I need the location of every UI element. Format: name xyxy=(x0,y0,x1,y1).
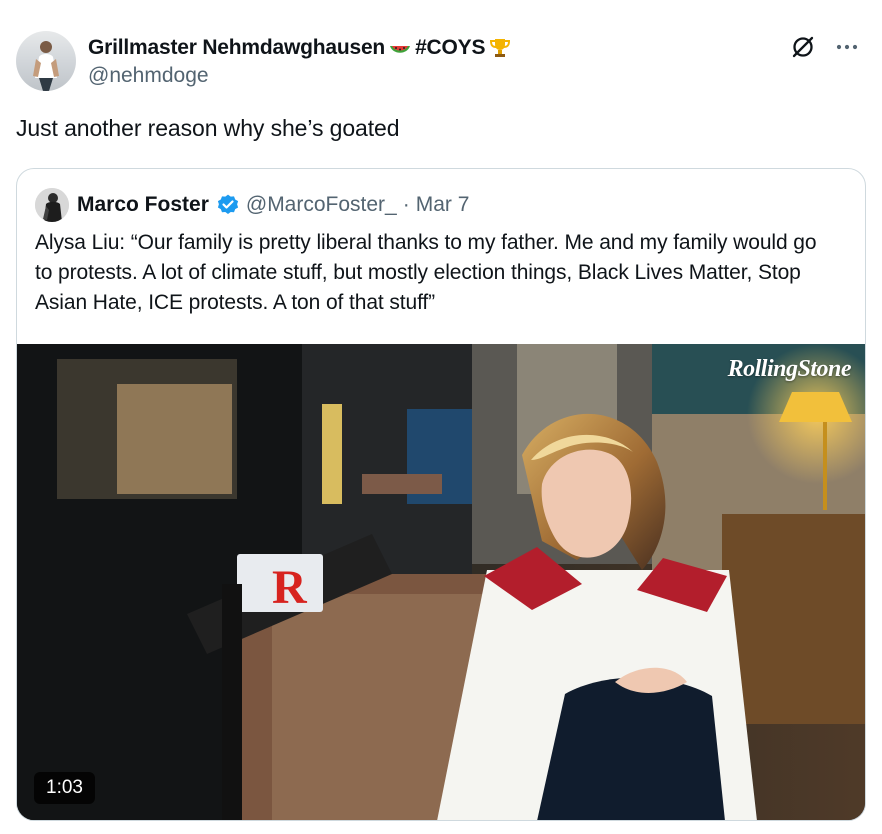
svg-text:R: R xyxy=(272,561,308,614)
quoted-post-avatar[interactable] xyxy=(35,188,69,222)
quoted-handle[interactable]: @MarcoFoster_ xyxy=(246,193,397,217)
verified-badge-icon xyxy=(216,193,240,217)
display-name-row: Grillmaster Nehmdawghausen #COYS xyxy=(88,34,792,62)
video-player[interactable]: R RollingStone 1:03 xyxy=(17,344,865,820)
video-thumbnail: R xyxy=(17,344,865,820)
hashtag[interactable]: #COYS xyxy=(415,36,485,60)
avatar[interactable] xyxy=(16,31,76,91)
quoted-post-header: Marco Foster @MarcoFoster_ · Mar 7 xyxy=(35,188,469,222)
handle[interactable]: @nehmdoge xyxy=(88,64,792,88)
more-icon[interactable] xyxy=(832,32,862,62)
separator-dot: · xyxy=(402,193,410,216)
trophy-icon xyxy=(490,39,511,57)
grok-icon[interactable] xyxy=(788,32,818,62)
post-actions xyxy=(788,32,862,62)
tweet[interactable]: Grillmaster Nehmdawghausen #COYS @nehmdo… xyxy=(0,0,882,834)
quoted-post-text: Alysa Liu: “Our family is pretty liberal… xyxy=(35,231,817,314)
quoted-display-name[interactable]: Marco Foster xyxy=(77,193,209,217)
post-text: Just another reason why she’s goated xyxy=(16,115,400,141)
watermelon-icon xyxy=(390,46,411,53)
video-duration-badge: 1:03 xyxy=(34,772,95,804)
quoted-date[interactable]: Mar 7 xyxy=(416,193,470,217)
display-name[interactable]: Grillmaster Nehmdawghausen xyxy=(88,36,385,60)
avatar-person-icon xyxy=(33,41,59,91)
quoted-post[interactable]: Marco Foster @MarcoFoster_ · Mar 7 Alysa… xyxy=(16,168,866,821)
rollingstone-watermark: RollingStone xyxy=(727,356,852,382)
post-author: Grillmaster Nehmdawghausen #COYS @nehmdo… xyxy=(88,34,792,88)
